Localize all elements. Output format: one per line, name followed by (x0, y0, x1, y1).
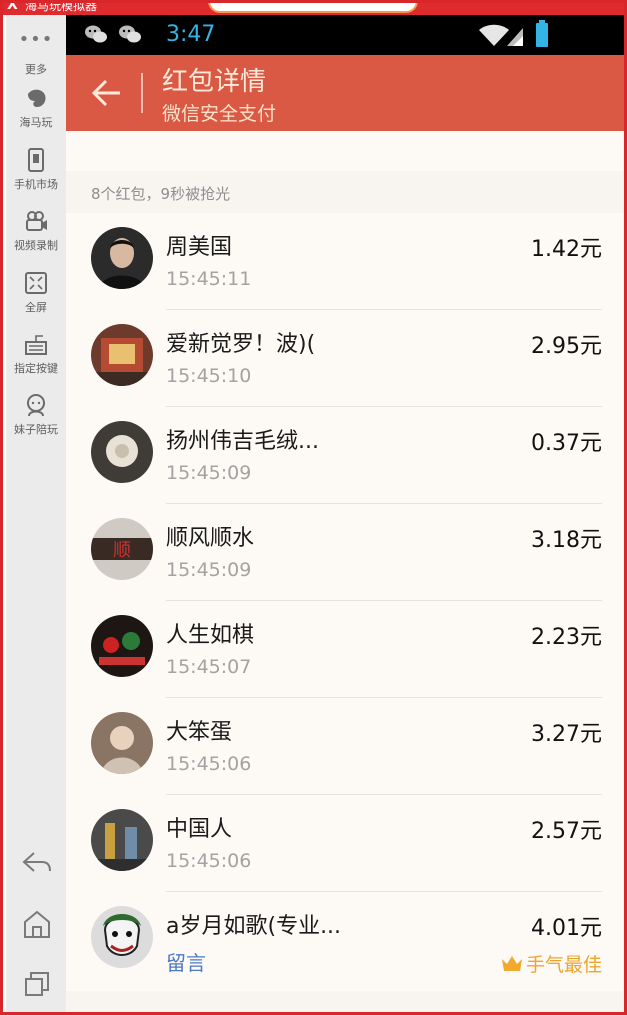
list-item[interactable]: 中国人 15:45:06 2.57元 (66, 795, 624, 892)
sidebar-item-fullscreen[interactable]: 全屏 (6, 270, 66, 315)
sidebar-item-market[interactable]: 手机市场 (6, 147, 66, 192)
amount: 3.27元 (531, 722, 602, 747)
list-item[interactable]: 大笨蛋 15:45:06 3.27元 (66, 698, 624, 795)
amount: 1.42元 (531, 237, 602, 262)
amount: 2.23元 (531, 625, 602, 650)
companion-icon (27, 394, 45, 417)
sidebar-label: 视频录制 (14, 239, 58, 252)
amount: 2.95元 (531, 334, 602, 359)
recipient-name: 扬州伟吉毛绒... (166, 429, 319, 454)
back-icon[interactable] (20, 845, 54, 879)
recent-apps-icon[interactable] (20, 967, 54, 1001)
avatar: 顺 (91, 518, 153, 580)
avatar (91, 421, 153, 483)
haima-logo-icon (28, 89, 46, 107)
sidebar-label: 全屏 (25, 301, 47, 314)
recipient-name: 大笨蛋 (166, 720, 233, 745)
header-divider (141, 73, 143, 113)
emulator-title-bar: X 海马玩模拟器 (3, 0, 624, 15)
grab-time: 15:45:09 (166, 462, 252, 484)
list-item[interactable]: 人生如棋 15:45:07 2.23元 (66, 601, 624, 698)
recipient-name: 顺风顺水 (166, 526, 255, 551)
status-time: 3:47 (166, 22, 216, 47)
best-luck-label: 手气最佳 (525, 954, 602, 976)
more-dots-icon[interactable]: ••• (6, 29, 66, 50)
avatar (91, 227, 153, 289)
sidebar-label: 更多 (25, 63, 47, 76)
list-item[interactable]: 爱新觉罗！波)( 15:45:10 2.95元 (66, 310, 624, 407)
recipient-name: 人生如棋 (166, 623, 255, 648)
content-area: 8个红包，9秒被抢光 周美国 15:45:11 1.42元 爱新觉罗！波)(1… (66, 131, 624, 1012)
avatar (91, 615, 153, 677)
grab-time: 15:45:06 (166, 753, 252, 775)
video-record-icon (26, 211, 47, 231)
keymap-icon (25, 335, 47, 355)
avatar (91, 324, 153, 386)
emulator-search-pill[interactable] (208, 3, 418, 13)
grab-time: 15:45:09 (166, 559, 252, 581)
header-bar: 红包详情 微信安全支付 (66, 55, 624, 131)
sidebar-label: 海马玩 (19, 116, 53, 129)
back-arrow-icon[interactable] (86, 75, 126, 111)
home-icon[interactable] (20, 907, 54, 941)
emulator-logo-icon: X (7, 0, 18, 13)
sidebar-item-more[interactable]: 更多 (6, 61, 66, 77)
recipient-name: a岁月如歌(专业... (166, 914, 342, 939)
list-item[interactable]: 周美国 15:45:11 1.42元 (66, 213, 624, 310)
recipient-name: 周美国 (166, 235, 233, 260)
page-subtitle: 微信安全支付 (162, 103, 277, 125)
sidebar-label: 手机市场 (14, 178, 58, 191)
fullscreen-icon (25, 272, 47, 294)
wechat-icon (85, 25, 107, 43)
recipient-name: 中国人 (166, 817, 233, 842)
grab-time: 15:45:07 (166, 656, 252, 678)
avatar (91, 906, 153, 968)
list-item[interactable]: a岁月如歌(专业... 留言 4.01元 手气最佳 (66, 892, 624, 989)
recipient-list: 周美国 15:45:11 1.42元 爱新觉罗！波)( 15:45:10 2.9… (66, 213, 624, 991)
grab-time: 15:45:11 (166, 268, 252, 290)
grab-time: 15:45:06 (166, 850, 252, 872)
sidebar-label: 指定按键 (14, 362, 58, 375)
wechat-icon (119, 25, 141, 43)
sidebar-label: 妹子陪玩 (14, 423, 58, 436)
avatar (91, 809, 153, 871)
sidebar-item-companion[interactable]: 妹子陪玩 (6, 392, 66, 437)
sidebar-item-haima[interactable]: 海马玩 (6, 85, 66, 130)
amount: 2.57元 (531, 819, 602, 844)
sidebar-item-keymap[interactable]: 指定按键 (6, 331, 66, 376)
emulator-sidebar: ••• 更多 海马玩 手机市场 视频录制 全屏 指定按键 妹子陪玩 (6, 15, 66, 1012)
crown-icon (501, 956, 522, 971)
amount: 3.18元 (531, 528, 602, 553)
amount: 0.37元 (531, 431, 602, 456)
recipient-name: 爱新觉罗！波)( (166, 332, 316, 357)
avatar (91, 712, 153, 774)
emulator-title: 海马玩模拟器 (25, 0, 98, 13)
grab-time: 15:45:10 (166, 365, 252, 387)
phone-market-icon (28, 148, 44, 172)
best-luck-badge: 手气最佳 (501, 950, 602, 977)
summary-text: 8个红包，9秒被抢光 (91, 185, 231, 203)
amount: 4.01元 (531, 916, 602, 941)
list-item[interactable]: 扬州伟吉毛绒... 15:45:09 0.37元 (66, 407, 624, 504)
leave-message-link[interactable]: 留言 (166, 947, 206, 976)
top-band (66, 131, 624, 171)
status-bar: 3:47 (66, 15, 624, 55)
app-window: X 海马玩模拟器 ••• 更多 海马玩 手机市场 视频录制 全屏 指定按键 妹子… (0, 0, 627, 1015)
svg-text:顺: 顺 (113, 540, 131, 561)
page-title: 红包详情 (162, 67, 267, 97)
list-item[interactable]: 顺 顺风顺水 15:45:09 3.18元 (66, 504, 624, 601)
sidebar-item-record[interactable]: 视频录制 (6, 208, 66, 253)
